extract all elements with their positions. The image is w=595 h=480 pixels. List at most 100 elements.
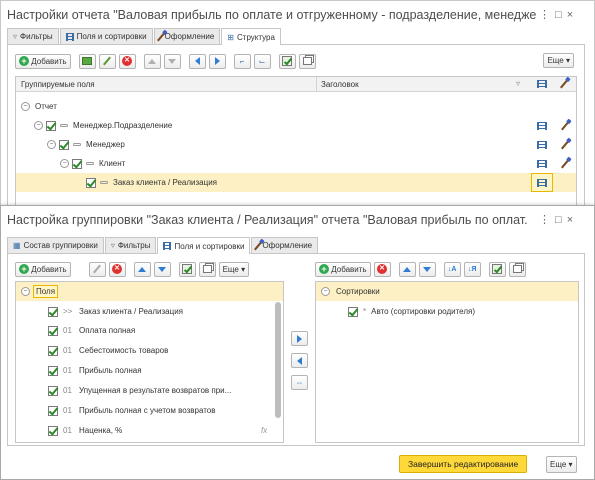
checkbox[interactable] <box>46 120 56 131</box>
collapse-icon[interactable]: − <box>321 287 330 296</box>
edit-button[interactable] <box>98 53 116 69</box>
add-field-button[interactable]: + Добавить <box>15 261 71 277</box>
move-all-button[interactable]: ⇔ <box>291 375 308 390</box>
tab-grouping-composition[interactable]: ▦ Состав группировки <box>7 237 104 253</box>
group-settings-button[interactable] <box>531 173 553 192</box>
check-all-button[interactable] <box>178 261 196 277</box>
arrow-right-icon <box>214 57 220 65</box>
window-controls[interactable]: ⋮ □ × <box>539 8 574 21</box>
field-row[interactable]: 01 Упущенная в результате возвратов при.… <box>16 381 283 400</box>
finish-editing-button[interactable]: Завершить редактирование <box>399 455 528 473</box>
group-column-icon[interactable] <box>537 80 547 88</box>
collapse-icon[interactable]: − <box>21 287 30 296</box>
move-from-sort-button[interactable] <box>291 353 308 368</box>
move-right-button[interactable] <box>208 53 226 69</box>
checkbox[interactable] <box>86 177 96 188</box>
check-all-button[interactable] <box>278 53 296 69</box>
delete-field-button[interactable]: ✕ <box>108 261 126 277</box>
field-row[interactable]: 01 Оплата полная <box>16 321 283 340</box>
brush-icon[interactable] <box>561 121 569 130</box>
field-icon <box>100 181 108 184</box>
tab-appearance[interactable]: Оформление <box>251 237 319 253</box>
add-sort-button[interactable]: + Добавить <box>315 261 371 277</box>
collapse-icon[interactable]: − <box>60 159 69 168</box>
move-down-button[interactable] <box>418 261 436 277</box>
move-to-sort-button[interactable] <box>291 331 308 346</box>
structure-grid: Группируемые поля Заголовок ▿ − Отчет − … <box>15 76 577 212</box>
field-row[interactable]: >> Заказ клиента / Реализация <box>16 302 283 321</box>
sort-descending-button[interactable]: ↓Я <box>463 261 481 277</box>
checkbox[interactable] <box>48 345 58 356</box>
more-button[interactable]: Еще ▾ <box>218 261 250 277</box>
checkbox[interactable] <box>48 425 58 436</box>
fields-root-row[interactable]: − Поля <box>16 282 283 301</box>
move-up-button[interactable] <box>133 261 151 277</box>
checkbox[interactable] <box>48 306 58 317</box>
group-icon[interactable] <box>537 121 547 130</box>
tab-appearance[interactable]: Оформление <box>153 28 221 44</box>
arrow-down-icon <box>168 58 177 64</box>
move-up-button[interactable] <box>398 261 416 277</box>
checkbox[interactable] <box>48 385 58 396</box>
checkbox[interactable] <box>348 306 358 317</box>
copy-button[interactable] <box>198 261 216 277</box>
add-button[interactable]: + Добавить <box>15 53 71 69</box>
tab-fields-sorting[interactable]: Поля и сортировки <box>157 237 251 254</box>
collapse-icon[interactable]: − <box>34 121 43 130</box>
checkbox[interactable] <box>48 325 58 336</box>
format-column-icon[interactable] <box>560 79 568 89</box>
tab-filters[interactable]: ▿ Фильтры <box>104 237 157 253</box>
filter-column-icon[interactable]: ▿ <box>516 79 520 88</box>
checkbox[interactable] <box>48 405 58 416</box>
sorting-row[interactable]: * Авто (сортировки родителя) <box>316 302 578 321</box>
sorting-root-row[interactable]: − Сортировки <box>316 282 578 301</box>
field-row[interactable]: 01 Прибыль полная <box>16 361 283 380</box>
plus-icon: + <box>19 264 29 274</box>
field-row[interactable]: 01 Наценка, % fx <box>16 421 283 440</box>
tree-row-manager[interactable]: − Менеджер <box>16 135 576 154</box>
delete-button[interactable]: ✕ <box>118 53 136 69</box>
more-button[interactable]: Еще ▾ <box>543 53 574 68</box>
field-icon <box>73 143 81 146</box>
brush-icon[interactable] <box>561 140 569 149</box>
tree-row-order[interactable]: Заказ клиента / Реализация <box>16 173 576 192</box>
tab-fields-sorting[interactable]: Поля и сортировки <box>59 28 153 44</box>
checkbox[interactable] <box>48 365 58 376</box>
move-up-button[interactable] <box>143 53 161 69</box>
checkbox[interactable] <box>59 139 69 150</box>
group-level-button[interactable]: ⌐ <box>233 53 251 69</box>
field-row[interactable]: 01 Себестоимость товаров <box>16 341 283 360</box>
delete-sort-button[interactable]: ✕ <box>373 261 391 277</box>
footer-more-button[interactable]: Еще ▾ <box>546 456 577 473</box>
checkbox[interactable] <box>72 158 82 169</box>
edit-field-button[interactable] <box>88 261 106 277</box>
brush-icon[interactable] <box>561 159 569 168</box>
collapse-icon[interactable]: − <box>21 102 30 111</box>
move-down-button[interactable] <box>163 53 181 69</box>
unlevel-icon: ⌙ <box>258 56 266 66</box>
copy-button[interactable] <box>508 261 526 277</box>
tree-row-client[interactable]: − Клиент <box>16 154 576 173</box>
check-all-button[interactable] <box>488 261 506 277</box>
group-icon[interactable] <box>537 140 547 149</box>
window-controls[interactable]: ⋮ □ × <box>539 213 574 226</box>
sort-desc-icon: ↓Я <box>467 265 477 273</box>
arrow-left-icon <box>194 57 200 65</box>
field-row[interactable]: 01 Прибыль полная с учетом возвратов <box>16 401 283 420</box>
delete-icon: ✕ <box>122 56 133 66</box>
tree-row-department[interactable]: − Менеджер.Подразделение <box>16 116 576 135</box>
move-left-button[interactable] <box>188 53 206 69</box>
tab-filters[interactable]: ▿ Фильтры <box>7 28 59 44</box>
copy-button[interactable] <box>298 53 316 69</box>
tree-row-report[interactable]: − Отчет <box>16 97 576 116</box>
tab-structure[interactable]: ⊞ Структура <box>221 28 281 45</box>
group-icon[interactable] <box>537 159 547 168</box>
field-icon <box>60 124 68 127</box>
move-down-button[interactable] <box>153 261 171 277</box>
collapse-icon[interactable]: − <box>47 140 56 149</box>
add-group-button[interactable] <box>78 53 96 69</box>
ungroup-level-button[interactable]: ⌙ <box>253 53 271 69</box>
sort-asc-icon: ↓A <box>447 265 457 273</box>
sort-ascending-button[interactable]: ↓A <box>443 261 461 277</box>
scrollbar[interactable] <box>275 302 281 418</box>
